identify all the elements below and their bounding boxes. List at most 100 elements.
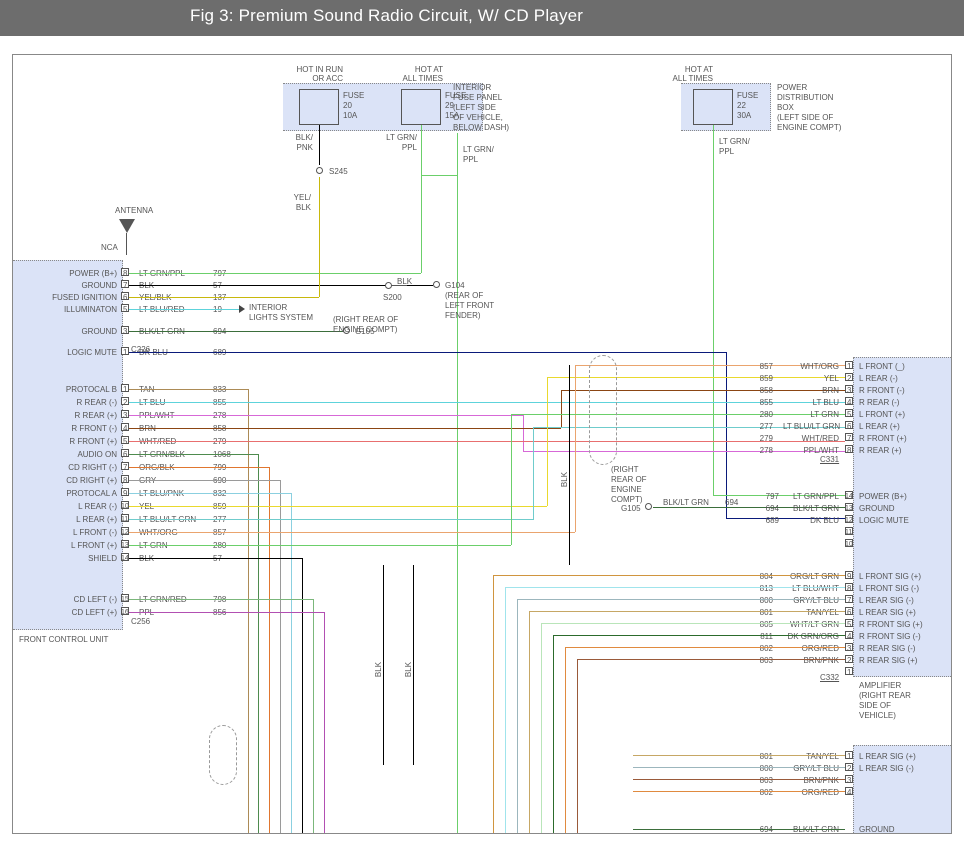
- w-c332-9-v: [493, 575, 494, 834]
- c331-2-pin: 2: [847, 374, 851, 383]
- c256-3-pin: 3: [123, 411, 127, 420]
- g105b-wire: BLK/LT GRN: [663, 498, 709, 507]
- spk-gnd-label: GROUND: [859, 825, 895, 834]
- c331-12-pin: 12: [845, 516, 853, 525]
- c332-5-pin: 5: [847, 620, 851, 629]
- spk-4-wire: ORG/RED: [783, 788, 839, 797]
- c331-4-pin: 4: [847, 398, 851, 407]
- c256-label: C256: [131, 617, 150, 626]
- w-spk-4: [633, 791, 845, 792]
- w-c226-5: [129, 309, 239, 310]
- w-c256-15-v: [313, 599, 314, 834]
- wire-f20-down: [319, 125, 320, 165]
- w-c256-8-v: [280, 480, 281, 834]
- fuse-20: [299, 89, 339, 125]
- spk-3-code: 803: [733, 776, 773, 785]
- c256-5-label: R FRONT (+): [33, 437, 117, 446]
- c331-13-code: 694: [739, 504, 779, 513]
- interior-lights-note: INTERIORLIGHTS SYSTEM: [249, 303, 319, 323]
- spk-2-label: L REAR SIG (-): [859, 764, 914, 773]
- pdb-label: POWERDISTRIBUTIONBOX(LEFT SIDE OFENGINE …: [777, 83, 867, 133]
- c331-5-wire: LT GRN: [783, 410, 839, 419]
- c332-8-code: 813: [733, 584, 773, 593]
- c331-7-wire: WHT/RED: [783, 434, 839, 443]
- w-c332-6-v: [529, 611, 530, 834]
- c332-9-label: L FRONT SIG (+): [859, 572, 921, 581]
- g104-node: [433, 281, 440, 288]
- c256-9-label: PROTOCAL A: [33, 489, 117, 498]
- c332-7-label: L REAR SIG (-): [859, 596, 914, 605]
- w-c226-8-up: [421, 175, 422, 273]
- c331-8-wire: PPL/WHT: [783, 446, 839, 455]
- c226-8-label: POWER (B+): [33, 269, 117, 278]
- g105b-node: [645, 503, 652, 510]
- c256-15-label: CD LEFT (-): [33, 595, 117, 604]
- c331-1-pin: 1: [847, 362, 851, 371]
- c332-5-code: 805: [733, 620, 773, 629]
- wire-yelblk-label: YEL/BLK: [281, 193, 311, 213]
- fuse22-name: FUSE: [737, 91, 758, 100]
- spk-2-wire: GRY/LT BLU: [783, 764, 839, 773]
- c256-8-pin: 8: [123, 476, 127, 485]
- c256-6-pin: 6: [123, 450, 127, 459]
- arrow-interior-lights: [239, 305, 245, 313]
- c331-4-wire: LT BLU: [783, 398, 839, 407]
- fuse29-amps: 15A: [445, 111, 459, 120]
- c331-13-label: GROUND: [859, 504, 895, 513]
- c226-7-label: GROUND: [33, 281, 117, 290]
- w-c256-11-h: [129, 519, 534, 520]
- w-c256-11-v: [533, 427, 534, 519]
- spk-1-label: L REAR SIG (+): [859, 752, 916, 761]
- c332-6-wire: TAN/YEL: [783, 608, 839, 617]
- w-c256-15: [129, 599, 313, 600]
- w-c256-6-v: [258, 454, 259, 834]
- c331-1-label: L FRONT (_): [859, 362, 905, 371]
- w-c332-8-h: [505, 587, 845, 588]
- c332-7-pin: 7: [847, 596, 851, 605]
- c256-2-pin: 2: [123, 398, 127, 407]
- c256-10-label: L REAR (-): [33, 502, 117, 511]
- w-tan: [129, 389, 248, 390]
- passthrough-oval-1: [589, 355, 617, 465]
- c332-6-code: 801: [733, 608, 773, 617]
- c256-1-pin: 1: [123, 385, 127, 394]
- c256-7-label: CD RIGHT (-): [33, 463, 117, 472]
- c331-5-code: 280: [733, 410, 773, 419]
- c226-3-label: GROUND: [33, 327, 117, 336]
- c332-label: C332: [820, 673, 839, 682]
- c332-4-wire: DK GRN/ORG: [783, 632, 839, 641]
- c331-10-pin: 10: [845, 540, 853, 549]
- c331-8-code: 278: [733, 446, 773, 455]
- c256-13-pin: 13: [121, 541, 129, 550]
- c256-16-pin: 16: [121, 608, 129, 617]
- c256-11-pin: 11: [121, 515, 128, 524]
- fuse20-amps: 10A: [343, 111, 357, 120]
- wiring-sheet: HOT IN RUNOR ACC HOT ATALL TIMES INTERIO…: [12, 54, 952, 834]
- c331-12-wire: DK BLU: [783, 516, 839, 525]
- w-c332-9-h: [493, 575, 845, 576]
- c331-5-pin: 5: [847, 410, 851, 419]
- w-c256-14: [129, 558, 302, 559]
- w-c332-5-h: [541, 623, 845, 624]
- w-c256-4-h: [129, 428, 561, 429]
- w-c332-3-v: [565, 647, 566, 834]
- c226-7-pin: 7: [123, 281, 127, 290]
- spk-4-pin: 4: [847, 788, 851, 797]
- g105a-note: (RIGHT REAR OFENGINE COMPT): [333, 315, 413, 335]
- w-c256-16-v: [324, 612, 325, 834]
- hot-run-acc: HOT IN RUNOR ACC: [273, 65, 343, 83]
- c331-7-label: R FRONT (+): [859, 434, 907, 443]
- w-c256-7: [129, 467, 269, 468]
- c226-8-pin: 8: [123, 269, 127, 278]
- spk-1-wire: TAN/YEL: [783, 752, 839, 761]
- c226-6-pin: 6: [123, 293, 127, 302]
- fuse22-num: 22: [737, 101, 746, 110]
- c332-2-wire: BRN/PNK: [783, 656, 839, 665]
- c331-4-label: R REAR (-): [859, 398, 899, 407]
- c331-13-wire: BLK/LT GRN: [783, 504, 839, 513]
- c256-14-pin: 14: [121, 554, 129, 563]
- c332-3-wire: ORG/RED: [783, 644, 839, 653]
- fcu-name: FRONT CONTROL UNIT: [19, 635, 108, 644]
- fuse-29: [401, 89, 441, 125]
- g105b-label: G105: [621, 504, 641, 513]
